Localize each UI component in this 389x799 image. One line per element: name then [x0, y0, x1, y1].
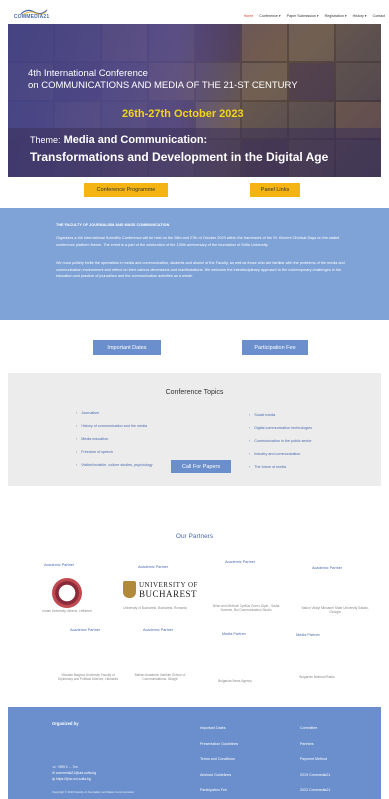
footer-email-text: commedia21@uni-sofia.bg: [55, 771, 97, 775]
partner-name: Ilirian and Methodi Cyrillus Gorno-Dipid…: [212, 604, 280, 613]
conference-topics-section: Conference Topics Journalism History of …: [8, 373, 381, 486]
panel-links-button[interactable]: Panel Links: [250, 183, 300, 197]
participation-fee-button[interactable]: Participation Fee: [242, 340, 308, 355]
important-dates-button[interactable]: Important Dates: [93, 340, 161, 355]
partner-name: Nation Vitalyi Mihcaner State University…: [301, 606, 369, 615]
topics-right-list: Social media Digital communication techn…: [249, 409, 312, 474]
partner-type-label: Academic Partner: [44, 563, 75, 567]
footer-link[interactable]: 2022 Commedia21: [300, 783, 330, 799]
call-for-papers-button[interactable]: Call For Papers: [171, 460, 231, 473]
topic-item[interactable]: History of communication and the media: [76, 420, 153, 433]
topic-item[interactable]: Visible/invisible, culture studies, psyc…: [76, 459, 152, 472]
partner-type-label: Academic Partner: [143, 628, 174, 632]
partner-type-label: Academic Partner: [312, 566, 343, 570]
hero-theme-label: Theme:: [30, 135, 61, 145]
footer-copyright: Copyright © 2023 Faculty of Journalism a…: [52, 790, 135, 794]
footer-link[interactable]: Presentation Guidelines: [200, 737, 238, 753]
partners-title: Our Partners: [175, 533, 214, 540]
topic-item[interactable]: Social media: [249, 409, 312, 422]
hero-theme-title: Media and Communication:: [63, 134, 208, 146]
main-nav: Home Conference ▾ Paper Submission ▾ Reg…: [244, 14, 385, 18]
footer-web[interactable]: ◍ https://fjmc.uni-sofia.bg: [52, 777, 91, 781]
site-footer: Organized by ☏ +359 2 ... 7xx ✉ commedia…: [8, 707, 381, 799]
hero-conference-line2: on COMMUNICATIONS AND MEDIA OF THE 21-ST…: [28, 80, 298, 91]
intro-heading: THE FACULTY OF JOURNALISM AND MASS COMMU…: [56, 223, 170, 227]
hero-theme: Theme: Media and Communication:: [30, 134, 207, 146]
university-of-bucharest-logo[interactable]: UNIVERSITY OF BUCHAREST: [123, 580, 197, 602]
footer-link[interactable]: 2019 Commedia21: [300, 768, 330, 784]
nav-home[interactable]: Home: [244, 14, 254, 18]
topic-item[interactable]: Journalism: [76, 407, 153, 420]
footer-link[interactable]: Participation Fee: [200, 783, 238, 799]
footer-links-col2: Committee Partners Payment Method 2019 C…: [300, 721, 330, 799]
footer-phone-text: +359 2 ... 7xx: [57, 765, 78, 769]
footer-link[interactable]: Important Dates: [200, 721, 238, 737]
partner-type-label: Media Partner: [222, 632, 246, 636]
nav-conference[interactable]: Conference ▾: [259, 14, 280, 18]
hero-conference-line1: 4th International Conference: [28, 68, 148, 79]
topic-item[interactable]: Freedom of speech: [76, 446, 153, 459]
topic-item[interactable]: The future of media: [249, 461, 312, 474]
partner-name: Balkan Academic Institute School of Comm…: [134, 673, 186, 682]
logo-text: COMMEDIA21: [14, 14, 50, 20]
footer-link[interactable]: Partners: [300, 737, 330, 753]
hero-theme-subtitle: Transformations and Development in the D…: [30, 150, 329, 164]
hero-banner: 4th International Conference on COMMUNIC…: [8, 24, 381, 177]
nav-paper-submission[interactable]: Paper Submission ▾: [287, 14, 319, 18]
partner-type-label: Academic Partner: [138, 565, 169, 569]
partner-name: Ionian University, Athens, Lefkimmi: [42, 609, 92, 613]
footer-link[interactable]: Abstract Guidelines: [200, 768, 238, 784]
topic-item[interactable]: Industry and communication: [249, 448, 312, 461]
partner-name: Bulgarian News Agency: [218, 679, 252, 683]
topic-item[interactable]: Digital communication technologies: [249, 422, 312, 435]
footer-links-col1: Important Dates Presentation Guidelines …: [200, 721, 238, 799]
footer-phone: ☏ +359 2 ... 7xx: [52, 765, 78, 769]
footer-link[interactable]: Committee: [300, 721, 330, 737]
unibuc-logo-line1: UNIVERSITY OF: [139, 581, 198, 589]
topics-title: Conference Topics: [165, 389, 224, 396]
partner-name: University of Bucharest, Bucharest, Roma…: [123, 606, 187, 610]
intro-section: THE FACULTY OF JOURNALISM AND MASS COMMU…: [0, 208, 389, 320]
conference-programme-button[interactable]: Conference Programme: [84, 183, 168, 197]
topic-item[interactable]: Communication in the public sector: [249, 435, 312, 448]
bucharest-crest-icon: [123, 581, 136, 598]
nav-history[interactable]: History ▾: [353, 14, 367, 18]
hero-dates: 26th-27th October 2023: [122, 108, 244, 120]
ionian-university-seal-icon[interactable]: [52, 578, 82, 608]
partner-type-label: Academic Partner: [70, 628, 101, 632]
nav-registration[interactable]: Registration ▾: [325, 14, 347, 18]
intro-paragraph-2: We most politely invite the specialists …: [56, 261, 345, 278]
nav-contact[interactable]: Contact: [373, 14, 385, 18]
topics-left-list: Journalism History of communication and …: [76, 407, 153, 472]
partner-name: Bulgarian National Radio: [299, 675, 335, 679]
intro-paragraph-1: Organizes a 4th International Scientific…: [56, 236, 340, 247]
footer-link[interactable]: Terms and Conditions: [200, 752, 238, 768]
topic-item[interactable]: Media education: [76, 433, 153, 446]
partner-type-label: Media Partner: [296, 633, 320, 637]
partner-name: Vitautas Magnus University Faculty of Di…: [58, 673, 118, 682]
unibuc-logo-line2: BUCHAREST: [139, 589, 198, 599]
footer-email[interactable]: ✉ commedia21@uni-sofia.bg: [52, 771, 96, 775]
partner-type-label: Academic Partner: [225, 560, 256, 564]
footer-link[interactable]: Payment Method: [300, 752, 330, 768]
footer-web-text: https://fjmc.uni-sofia.bg: [55, 777, 91, 781]
footer-organized-by: Organized by: [52, 721, 79, 726]
